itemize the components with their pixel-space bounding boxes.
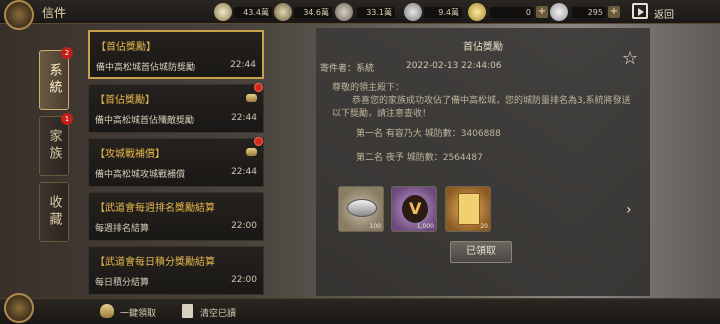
mail-subtitle: 備中高松城首佔殲敵獎勵: [95, 116, 195, 126]
stone-icon: [404, 3, 422, 21]
resource-value: 43.4萬: [234, 7, 272, 18]
coin-pile-icon: [347, 199, 377, 217]
attachment-icon: [246, 94, 257, 102]
silver-icon: [550, 3, 568, 21]
mail-subtitle: 每週排名結算: [95, 224, 150, 234]
unread-dot-icon: [254, 83, 263, 92]
mail-rank-line: 第二名 夜予 城防數：2564487: [356, 153, 483, 163]
reward-count: 100: [369, 223, 381, 230]
clear-read-label: 清空已讀: [200, 309, 237, 319]
mail-rank-line: 第一名 有容乃大 城防數：3406888: [356, 129, 501, 139]
mail-time: 22:44: [230, 60, 256, 70]
favorite-star-icon[interactable]: ☆: [622, 48, 638, 69]
mail-detail-panel: 首佔獎勵 ☆ 寄件者：系統 2022-02-13 22:44:06 尊敬的領主殿…: [316, 28, 650, 296]
resource-wood: 33.1萬: [335, 3, 395, 21]
tab-label: 家族: [46, 129, 62, 163]
reward-count: 20: [480, 223, 488, 230]
mail-title: 【武道會每日積分獎勵結算: [95, 257, 215, 268]
page-title: 信件: [42, 6, 67, 20]
resource-value: 33.1萬: [357, 7, 395, 18]
mail-title: 【首佔獎勵】: [96, 42, 156, 53]
reward-item[interactable]: 20: [445, 186, 491, 232]
add-jade-button[interactable]: +: [536, 6, 548, 18]
resource-stone: 9.4萬: [404, 3, 462, 21]
jade-icon: [468, 3, 486, 21]
mail-subtitle: 備中高松城首佔城防獎勵: [96, 63, 196, 73]
resource-value: 34.6萬: [294, 7, 332, 18]
mail-list[interactable]: 【首佔獎勵】 備中高松城首佔城防獎勵 22:44 【首佔獎勵】 備中高松城首佔殲…: [88, 30, 264, 296]
add-silver-button[interactable]: +: [608, 6, 620, 18]
emblem-icon: [4, 0, 34, 30]
mail-time: 22:00: [231, 221, 257, 231]
mail-time: 22:00: [231, 275, 257, 285]
clan-flag-icon: [402, 195, 428, 223]
exit-icon: [632, 3, 648, 19]
reward-item[interactable]: 100: [338, 186, 384, 232]
claimed-button[interactable]: 已領取: [450, 241, 512, 263]
emblem-icon: [4, 293, 34, 323]
resource-value: 295: [572, 7, 606, 18]
clear-read-button[interactable]: 清空已讀: [180, 304, 260, 320]
pouch-icon: [100, 304, 114, 318]
trash-icon: [182, 304, 193, 318]
gold-coin-icon: [214, 3, 232, 21]
scroll-bundle-icon: [458, 193, 480, 225]
mail-item[interactable]: 【武道會每日積分獎勵結算 每日積分結算 22:00: [88, 246, 264, 295]
mail-greeting: 尊敬的領主殿下：: [332, 83, 405, 93]
resource-gold: 43.4萬: [214, 3, 272, 21]
mail-item[interactable]: 【首佔獎勵】 備中高松城首佔殲敵獎勵 22:44: [88, 83, 264, 133]
mail-item[interactable]: 【武道會每週排名獎勵結算 每週排名結算 22:00: [88, 192, 264, 241]
mail-detail-title: 首佔獎勵: [463, 42, 503, 53]
unread-dot-icon: [254, 137, 263, 146]
tab-label: 系統: [46, 63, 62, 97]
mail-sender: 寄件者：系統: [320, 64, 375, 74]
back-button[interactable]: 返回: [632, 3, 688, 21]
attachment-icon: [246, 148, 257, 156]
claim-all-button[interactable]: 一鍵領取: [100, 304, 170, 320]
mail-time: 22:44: [231, 113, 257, 123]
resource-jade: 0 +: [468, 3, 550, 21]
reward-item[interactable]: 1,000: [391, 186, 437, 232]
mail-body: 恭喜您的家族成功攻佔了備中高松城，您的城防量排名為3,系統將發送以下獎勵，請注意…: [332, 96, 631, 119]
tab-favorites[interactable]: 收藏: [39, 182, 69, 242]
back-label: 返回: [654, 10, 674, 21]
wood-icon: [335, 3, 353, 21]
tab-system[interactable]: 系統 2: [39, 47, 73, 110]
mail-title: 【首佔獎勵】: [95, 95, 155, 106]
mail-item[interactable]: 【首佔獎勵】 備中高松城首佔城防獎勵 22:44: [88, 30, 264, 79]
claim-all-label: 一鍵領取: [120, 309, 157, 319]
mail-subtitle: 每日積分結算: [95, 278, 150, 288]
resource-value: 9.4萬: [424, 7, 462, 18]
mail-subtitle: 備中高松城攻城戰補償: [95, 170, 186, 180]
tab-family[interactable]: 家族 1: [39, 113, 73, 176]
tab-label: 收藏: [46, 195, 62, 229]
resource-value: 0: [490, 7, 534, 18]
chevron-right-icon[interactable]: ›: [626, 202, 632, 218]
unread-badge: 1: [61, 113, 73, 125]
mail-title: 【武道會每週排名獎勵結算: [95, 203, 215, 214]
bottom-bar: 一鍵領取 清空已讀: [0, 293, 720, 324]
resource-silver: 295 +: [550, 3, 622, 21]
mail-item[interactable]: 【攻城戰補償】 備中高松城攻城戰補償 22:44: [88, 137, 264, 187]
top-bar: 信件 43.4萬 34.6萬 33.1萬 9.4萬 0 + 295 + 返回: [0, 0, 720, 30]
mail-title: 【攻城戰補償】: [95, 149, 165, 160]
mail-time: 22:44: [231, 167, 257, 177]
reward-count: 1,000: [416, 223, 434, 230]
mail-date: 2022-02-13 22:44:06: [406, 61, 502, 71]
resource-wheat: 34.6萬: [274, 3, 332, 21]
wheat-icon: [274, 3, 292, 21]
unread-badge: 2: [61, 47, 73, 59]
